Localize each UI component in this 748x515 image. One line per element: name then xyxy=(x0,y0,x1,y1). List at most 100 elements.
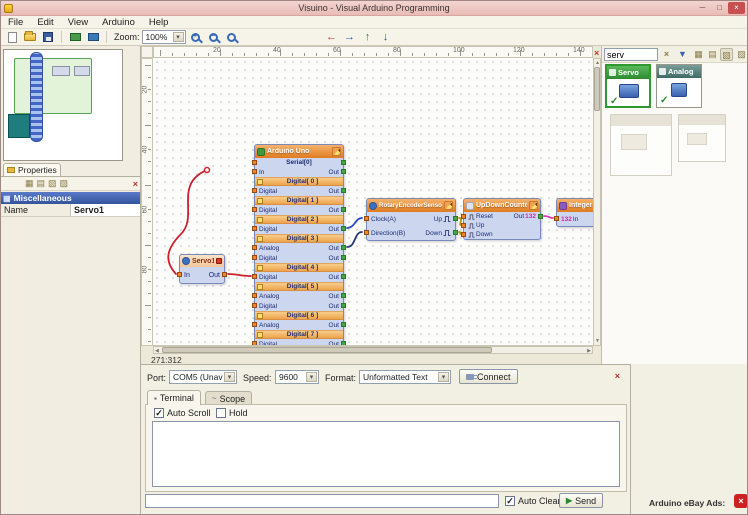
board-icon[interactable] xyxy=(67,30,83,45)
scroll-right-icon[interactable]: ▶ xyxy=(587,348,591,354)
wire-out-to-integer[interactable] xyxy=(544,216,553,218)
maximize-button[interactable]: □ xyxy=(711,2,728,14)
arduino-pin-out[interactable] xyxy=(341,226,346,231)
format-select[interactable]: Unformatted Text ▾ xyxy=(359,370,451,384)
arduino-channel-bar[interactable]: Digital[ 4 ] xyxy=(255,263,343,272)
up-pin[interactable] xyxy=(461,223,466,228)
zoom-reset-icon[interactable] xyxy=(224,30,240,45)
save-project-icon[interactable] xyxy=(40,30,56,45)
component-tile-analog[interactable]: Analog ✓ xyxy=(656,64,702,108)
send-input[interactable] xyxy=(145,494,499,508)
menu-item-arduino[interactable]: Arduino xyxy=(95,16,142,29)
arduino-pin-in[interactable] xyxy=(252,169,257,174)
undo-icon[interactable]: ← xyxy=(324,30,340,45)
arduino-pin-out[interactable] xyxy=(341,274,346,279)
auto-clear-checkbox[interactable]: ✓ Auto Clear xyxy=(505,496,561,506)
categorized-view-icon[interactable]: ▦ xyxy=(25,177,34,190)
arduino-pin-out[interactable] xyxy=(341,160,346,165)
new-project-icon[interactable] xyxy=(4,30,20,45)
arduino-pin-in[interactable] xyxy=(252,255,257,260)
list-view-icon[interactable]: ▨ xyxy=(735,48,748,61)
menu-item-help[interactable]: Help xyxy=(142,16,176,29)
alphabetical-view-icon[interactable]: ▤ xyxy=(37,177,46,190)
arduino-pin-out[interactable] xyxy=(341,169,346,174)
block-updown-counter[interactable]: UpDownCounter1 Reset Out 132 Up Down xyxy=(463,198,541,240)
connect-button[interactable]: Connect xyxy=(459,369,518,384)
arduino-channel-bar[interactable]: Digital[ 7 ] xyxy=(255,330,343,339)
collapse-categories-icon[interactable]: ▤ xyxy=(706,48,719,61)
tab-scope[interactable]: ~ Scope xyxy=(205,391,252,405)
scroll-down-icon[interactable]: ▼ xyxy=(595,338,600,344)
edit-icon[interactable] xyxy=(332,147,341,156)
send-button[interactable]: ▶ Send xyxy=(559,493,603,508)
edit-icon[interactable] xyxy=(444,201,453,210)
arduino-pin-in[interactable] xyxy=(252,274,257,279)
arduino-pin-out[interactable] xyxy=(341,303,346,308)
arduino-pin-in[interactable] xyxy=(252,226,257,231)
canvas-horizontal-scrollbar[interactable]: ◀ ▶ xyxy=(153,346,593,354)
menu-item-file[interactable]: File xyxy=(1,16,30,29)
vertical-scroll-thumb[interactable] xyxy=(594,67,600,111)
arduino-channel-bar[interactable]: Digital[ 5 ] xyxy=(255,282,343,291)
menu-item-edit[interactable]: Edit xyxy=(30,16,60,29)
move-up-icon[interactable]: ↑ xyxy=(360,30,376,45)
arduino-pin-in[interactable] xyxy=(252,188,257,193)
canvas-vertical-scrollbar[interactable]: ▲ ▼ xyxy=(593,58,601,346)
scroll-up-icon[interactable]: ▲ xyxy=(595,60,600,66)
arduino-pin-in[interactable] xyxy=(252,303,257,308)
scroll-left-icon[interactable]: ◀ xyxy=(155,348,159,354)
wire-endpoint[interactable] xyxy=(205,168,210,173)
arduino-channel-bar[interactable]: Digital[ 2 ] xyxy=(255,215,343,224)
block-servo1[interactable]: Servo1 In Out xyxy=(179,254,225,284)
tile-view-icon[interactable]: ▧ xyxy=(720,48,733,61)
ad-icon[interactable]: × xyxy=(734,494,748,508)
block-rotary-encoder[interactable]: RotaryEncoderSensor1 Clock(A) Up Directi… xyxy=(366,198,456,241)
servo-out-pin[interactable] xyxy=(222,272,227,277)
arduino-pin-in[interactable] xyxy=(252,322,257,327)
pin-panel-icon[interactable]: × xyxy=(133,178,138,190)
zoom-in-icon[interactable]: + xyxy=(188,30,204,45)
edit-icon[interactable] xyxy=(529,201,538,210)
expand-all-icon[interactable]: ▧ xyxy=(48,177,57,190)
arduino-pin-out[interactable] xyxy=(341,207,346,212)
terminal-output[interactable] xyxy=(152,421,620,487)
hold-checkbox[interactable]: Hold xyxy=(216,408,248,418)
upload-icon[interactable] xyxy=(85,30,101,45)
property-row-name[interactable]: Name Servo1 xyxy=(1,204,140,217)
overview-thumbnail[interactable] xyxy=(3,49,123,161)
arduino-pin-out[interactable] xyxy=(341,322,346,327)
arduino-pin-in[interactable] xyxy=(252,207,257,212)
zoom-select[interactable]: 100% ▾ xyxy=(142,30,186,44)
arduino-channel-bar[interactable]: Digital[ 1 ] xyxy=(255,196,343,205)
zoom-out-icon[interactable]: − xyxy=(206,30,222,45)
arduino-pin-out[interactable] xyxy=(341,188,346,193)
down-pin[interactable] xyxy=(461,232,466,237)
up-pin[interactable] xyxy=(453,216,458,221)
component-tile-servo[interactable]: Servo ✓ xyxy=(605,64,651,108)
block-integer[interactable]: Integer 132 In xyxy=(556,198,593,227)
close-button[interactable]: × xyxy=(728,2,745,14)
open-project-icon[interactable] xyxy=(22,30,38,45)
clear-search-icon[interactable]: × xyxy=(660,48,673,61)
speed-select[interactable]: 9600 ▾ xyxy=(275,370,319,384)
redo-icon[interactable]: → xyxy=(342,30,358,45)
property-value[interactable]: Servo1 xyxy=(71,204,140,216)
tab-terminal[interactable]: ▪ Terminal xyxy=(147,390,201,405)
minimize-button[interactable]: ─ xyxy=(694,2,711,14)
block-arduino-uno[interactable]: Arduino Uno Serial[0]InOutDigital[ 0 ]Di… xyxy=(254,144,344,346)
tab-properties[interactable]: Properties xyxy=(3,163,61,176)
down-pin[interactable] xyxy=(453,230,458,235)
collapse-all-icon[interactable]: ▨ xyxy=(60,177,69,190)
reset-pin[interactable] xyxy=(461,214,466,219)
direction-pin[interactable] xyxy=(364,230,369,235)
component-search-input[interactable] xyxy=(604,48,658,61)
design-canvas[interactable]: Servo1 In Out Arduino Uno Serial[0]InOut… xyxy=(153,58,593,346)
arduino-channel-bar[interactable]: Digital[ 6 ] xyxy=(255,311,343,320)
arduino-pin-in[interactable] xyxy=(252,160,257,165)
arduino-pin-out[interactable] xyxy=(341,293,346,298)
arduino-channel-bar[interactable]: Digital[ 3 ] xyxy=(255,234,343,243)
move-down-icon[interactable]: ↓ xyxy=(378,30,394,45)
arduino-pin-out[interactable] xyxy=(341,255,346,260)
wire-digital3-to-direction[interactable] xyxy=(347,232,362,247)
arduino-pin-out[interactable] xyxy=(341,245,346,250)
